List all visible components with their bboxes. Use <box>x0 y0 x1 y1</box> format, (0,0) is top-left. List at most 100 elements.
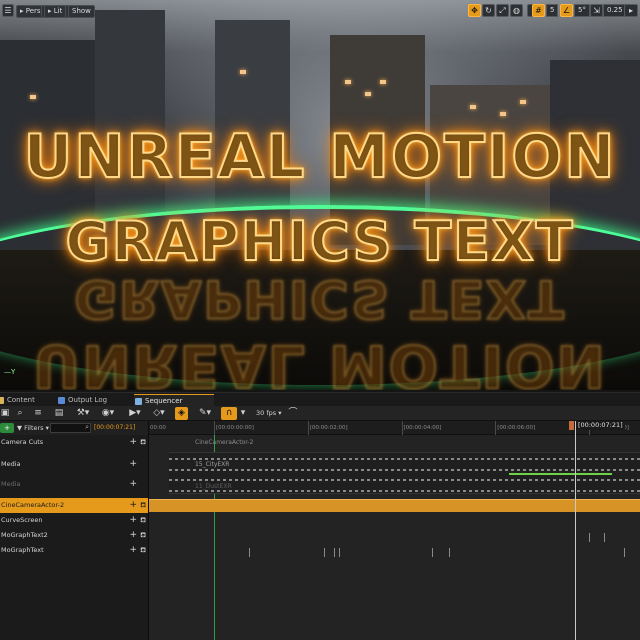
media-section[interactable]: 15_CityEXR 11_DustEXR <box>169 452 640 494</box>
scale-icon[interactable]: ⤢ <box>496 4 509 17</box>
track-filter-row: + ▼ Filters ▾ ⌕ [00:00:07:21] <box>0 421 148 442</box>
camera-icon[interactable]: ⛾ <box>140 498 146 513</box>
camera-actor-section[interactable] <box>149 499 640 512</box>
grid-snap-value[interactable]: 5 <box>546 4 559 17</box>
camera-icon[interactable]: ⛾ <box>140 543 146 558</box>
lit-window <box>470 105 476 109</box>
add-subtrack-icon[interactable]: + <box>129 477 137 492</box>
level-viewport[interactable]: UNREAL MOTION GRAPHICS TEXT GRAPHICS TEX… <box>0 0 640 390</box>
media-clip-label: 15_CityEXR <box>195 461 230 468</box>
scale-snap-icon[interactable]: ⇲ <box>590 4 603 17</box>
list-icon[interactable]: ≡ <box>32 407 44 420</box>
glow-title-line-1: UNREAL MOTION <box>23 121 617 193</box>
keyframe-marker[interactable] <box>432 548 433 557</box>
playhead-line[interactable] <box>574 421 576 640</box>
show-label: Show <box>72 7 91 15</box>
add-subtrack-icon[interactable]: + <box>129 435 137 450</box>
track-row[interactable]: Media + <box>0 457 148 472</box>
playhead-handle[interactable] <box>568 421 574 430</box>
track-label: CineCameraActor-2 <box>1 501 65 509</box>
angle-snap-icon[interactable]: ∠ <box>560 4 573 17</box>
media-range-bar[interactable] <box>509 473 613 475</box>
viewport-menu-icon[interactable]: ☰ <box>2 4 14 17</box>
add-track-button[interactable]: + <box>0 423 14 433</box>
tab-output-log-label: Output Log <box>68 396 108 404</box>
track-row[interactable]: CurveScreen + ⛾ <box>0 513 148 528</box>
lit-window <box>345 80 351 84</box>
add-subtrack-icon[interactable]: + <box>129 457 137 472</box>
lit-window <box>500 112 506 116</box>
render-movie-icon[interactable]: ▤ <box>52 407 66 420</box>
find-in-browser-icon[interactable]: ⌕ <box>14 407 26 420</box>
keyframe-marker[interactable] <box>339 548 340 557</box>
add-subtrack-icon[interactable]: + <box>129 513 137 528</box>
actions-menu-icon[interactable]: ⚒▾ <box>74 407 92 420</box>
save-icon[interactable]: ▣ <box>0 407 10 420</box>
add-track-label: + <box>4 424 10 432</box>
keyframe-marker[interactable] <box>624 548 625 557</box>
track-search-box[interactable]: ⌕ <box>50 423 91 442</box>
lit-window <box>240 70 246 74</box>
sequencer-timeline[interactable]: 00:00 [00:00:00:00] [00:00:02:00] [00:00:04… <box>148 421 640 640</box>
add-subtrack-icon[interactable]: + <box>129 543 137 558</box>
title-reflection-2: GRAPHICS TEXT <box>73 267 566 329</box>
axis-indicator: —Y <box>4 368 16 376</box>
track-row[interactable]: MoGraphText2 + ⛾ <box>0 528 148 543</box>
lit-label: Lit <box>53 7 63 15</box>
glow-title-line-2: GRAPHICS TEXT <box>64 209 575 274</box>
time-ruler[interactable]: 00:00 [00:00:00:00] [00:00:02:00] [00:00:04… <box>149 421 640 435</box>
ruler-tick-label: [00:00:00:00] <box>216 425 254 431</box>
view-options-icon[interactable]: ◉▾ <box>98 407 118 420</box>
edit-tools-icon[interactable]: ✎▾ <box>196 407 214 420</box>
keyframe-marker[interactable] <box>249 548 250 557</box>
lit-window <box>30 95 36 99</box>
curve-editor-icon[interactable]: ⌒ <box>286 407 300 420</box>
camera-icon[interactable]: ⛾ <box>140 528 146 543</box>
track-label: MoGraphText <box>1 546 44 554</box>
angle-snap-value[interactable]: 5° <box>574 4 590 17</box>
auto-key-icon[interactable]: ◈ <box>175 407 188 420</box>
track-label: Media <box>1 460 21 468</box>
transform-move-icon[interactable]: ✥ <box>468 4 481 17</box>
key-options-icon[interactable]: ◇▾ <box>150 407 168 420</box>
track-row[interactable]: MoGraphText + ⛾ <box>0 543 148 558</box>
playhead-time-label: [00:00:07:21] <box>575 421 625 430</box>
title-reflection-1: UNREAL MOTION <box>32 331 608 390</box>
ruler-tick-label: [00:00:06:00] <box>497 425 536 431</box>
camera-icon[interactable]: ⛾ <box>140 513 146 528</box>
keyframe-marker[interactable] <box>334 548 335 557</box>
ruler-tick <box>307 421 309 435</box>
fps-dropdown[interactable]: 30 fps ▾ <box>256 407 281 420</box>
track-row[interactable]: CineCameraActor-2 + ⛾ <box>0 498 148 513</box>
current-time-display[interactable]: [00:00:07:21] <box>94 422 135 434</box>
keyframe-marker[interactable] <box>449 548 450 557</box>
media-frame-strip <box>169 490 640 492</box>
track-row[interactable]: Media + <box>0 477 148 492</box>
track-list: Camera Cuts + ⛾ Media + Media + CineCameraActor… <box>0 435 148 640</box>
filters-dropdown[interactable]: ▼ Filters ▾ <box>17 422 49 434</box>
track-label: Camera Cuts <box>1 438 44 446</box>
playback-options-icon[interactable]: ▶▾ <box>126 407 144 420</box>
add-subtrack-icon[interactable]: + <box>129 528 137 543</box>
camera-speed-icon[interactable]: ▸ <box>624 4 638 17</box>
lit-window <box>520 100 526 104</box>
lit-view-mode-button[interactable]: ▸ Lit <box>44 5 67 18</box>
lit-window <box>380 80 386 84</box>
keyframe-marker[interactable] <box>589 533 590 542</box>
track-label: CurveScreen <box>1 516 43 524</box>
keyframe-marker[interactable] <box>324 548 325 557</box>
panel-tab-bar: Content Browser Output Log Sequencer <box>0 392 640 417</box>
keyframe-marker[interactable] <box>604 533 605 542</box>
ruler-tick <box>214 421 215 435</box>
show-button[interactable]: Show <box>68 5 95 18</box>
camera-icon[interactable]: ⛾ <box>140 435 146 450</box>
rotate-icon[interactable]: ↻ <box>482 4 495 17</box>
track-row[interactable]: Camera Cuts + ⛾ <box>0 435 148 450</box>
add-subtrack-icon[interactable]: + <box>129 498 137 513</box>
grid-snap-icon[interactable]: # <box>532 4 545 17</box>
world-space-icon[interactable]: ◍ <box>510 4 523 17</box>
snap-dropdown-icon[interactable]: ▾ <box>238 407 248 420</box>
media-frame-strip <box>169 469 640 471</box>
snap-magnet-icon[interactable]: ∩ <box>221 407 237 420</box>
fps-label: 30 fps <box>256 409 277 417</box>
